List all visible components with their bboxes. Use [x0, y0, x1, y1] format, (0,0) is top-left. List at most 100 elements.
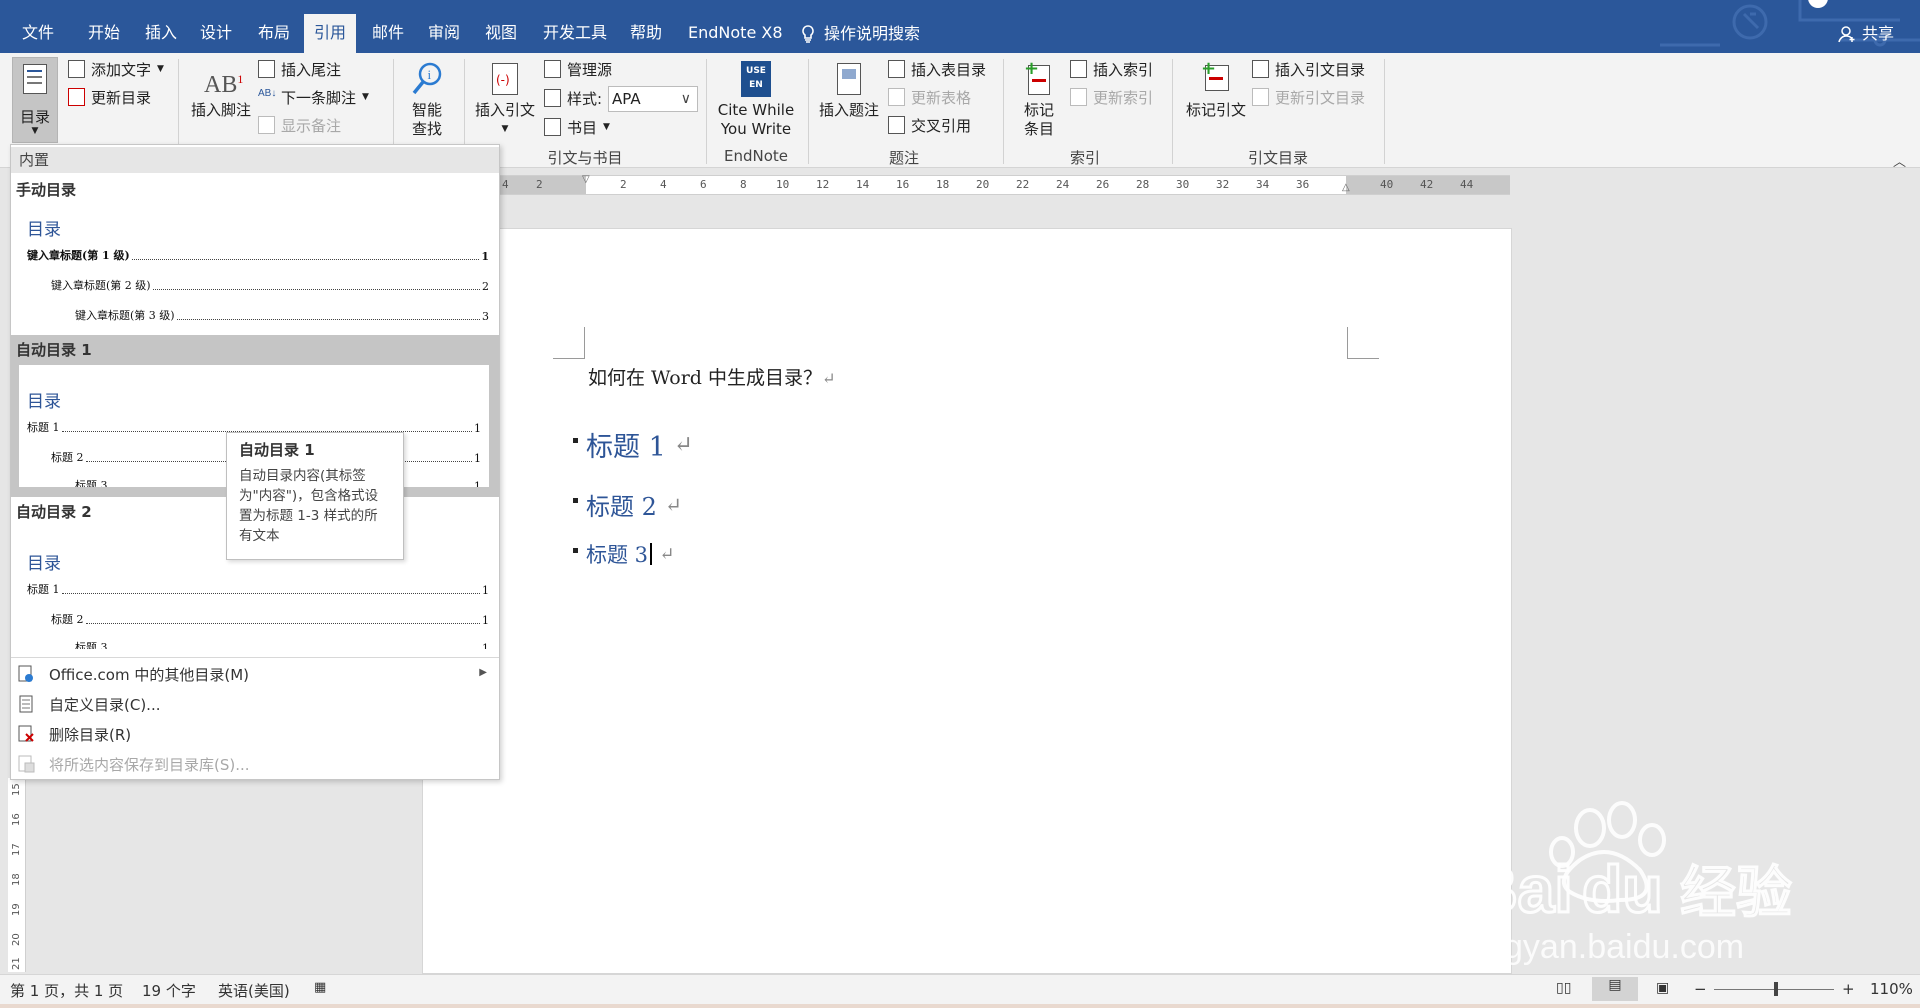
- tab-review[interactable]: 审阅: [418, 14, 470, 53]
- show-notes-label: 显示备注: [281, 116, 342, 135]
- mark-citation-button[interactable]: + 标记引文: [1180, 59, 1252, 120]
- macro-record-icon[interactable]: ▦: [314, 980, 326, 995]
- manual-toc-title: 手动目录: [16, 181, 77, 199]
- preview-heading: 目录: [27, 392, 61, 412]
- page-count-status[interactable]: 第 1 页，共 1 页: [10, 980, 123, 1001]
- indent-marker-icon[interactable]: ▽: [582, 174, 590, 185]
- mark-entry-icon: +: [1022, 59, 1056, 97]
- right-indent-marker-icon[interactable]: △: [1342, 182, 1350, 193]
- heading-2[interactable]: 标题 2 ↵: [573, 487, 682, 522]
- custom-toc-item[interactable]: 自定义目录(C)...: [11, 689, 499, 719]
- tab-help[interactable]: 帮助: [620, 14, 672, 53]
- ruler-tick: 8: [740, 178, 747, 191]
- tab-mailings[interactable]: 邮件: [362, 14, 414, 53]
- insert-table-of-figures-button[interactable]: 插入表目录: [888, 57, 986, 81]
- word-count-status[interactable]: 19 个字: [142, 980, 196, 1001]
- mark-entry-button[interactable]: + 标记 条目: [1008, 59, 1070, 139]
- insert-footnote-button[interactable]: AB1 插入脚注: [188, 61, 254, 120]
- ruler-tick: 24: [1056, 178, 1070, 191]
- heading-1[interactable]: 标题 1 ↵: [573, 425, 693, 464]
- bibliography-button[interactable]: 书目 ▼: [544, 115, 610, 139]
- tab-view[interactable]: 视图: [475, 14, 527, 53]
- tab-endnote[interactable]: EndNote X8: [678, 14, 793, 53]
- tab-home[interactable]: 开始: [78, 14, 130, 53]
- tab-insert[interactable]: 插入: [135, 14, 187, 53]
- group-label-captions: 题注: [888, 149, 919, 167]
- group-label-toa: 引文目录: [1247, 149, 1308, 167]
- document-page[interactable]: 如何在 Word 中生成目录？↵ 标题 1 ↵ 标题 2 ↵ 标题 3 ↵: [422, 228, 1512, 974]
- document-paragraph[interactable]: 如何在 Word 中生成目录？↵: [588, 363, 836, 390]
- chevron-down-icon: ∨: [680, 91, 691, 107]
- share-button[interactable]: 共享: [1838, 14, 1894, 53]
- tab-design[interactable]: 设计: [190, 14, 242, 53]
- paragraph-text: 如何在 Word 中生成目录？: [588, 367, 823, 389]
- toc-button-label: 目录: [19, 108, 50, 126]
- vertical-ruler[interactable]: 15 16 17 18 19 20 21: [8, 778, 26, 972]
- insert-toa-icon: [1252, 60, 1269, 78]
- toc-button[interactable]: 目录 ▼: [12, 57, 58, 143]
- collapse-ribbon-icon[interactable]: ︿: [1893, 151, 1906, 170]
- preview-heading: 目录: [27, 554, 61, 574]
- show-notes-icon: [258, 116, 275, 134]
- tab-layout[interactable]: 布局: [248, 14, 300, 53]
- cross-reference-button[interactable]: 交叉引用: [888, 113, 971, 137]
- smart-lookup-button[interactable]: i 智能 查找: [402, 61, 452, 139]
- update-table-button[interactable]: 更新表格: [888, 85, 971, 109]
- custom-toc-icon: [17, 695, 35, 713]
- style-select[interactable]: APA ∨: [608, 86, 698, 112]
- ruler-tick: 10: [776, 178, 790, 191]
- web-layout-icon[interactable]: ▣: [1656, 980, 1669, 996]
- zoom-in-button[interactable]: +: [1842, 980, 1855, 998]
- svg-text:i: i: [428, 67, 432, 82]
- horizontal-ruler[interactable]: 4 2 2 4 6 8 10 12 14 16 18 20 22 24 26 2…: [500, 174, 1510, 195]
- tooltip-description: 自动目录内容(其标签为"内容")，包含格式设置为标题 1-3 样式的所有文本: [239, 468, 379, 544]
- smart-lookup-label-1: 智能: [411, 101, 442, 119]
- magnifier-icon: i: [410, 61, 444, 97]
- preview-row: 标题 21: [51, 613, 489, 627]
- style-select-value: APA: [612, 90, 641, 108]
- insert-caption-button[interactable]: 插入题注: [814, 61, 884, 120]
- insert-caption-label: 插入题注: [818, 101, 879, 119]
- ruler-tick: 20: [11, 933, 22, 946]
- read-mode-icon[interactable]: ▯▯: [1556, 980, 1571, 996]
- auto-toc-1-title: 自动目录 1: [16, 341, 92, 359]
- bottom-strip: [0, 1004, 1920, 1008]
- preview-row: 标题 11: [27, 583, 489, 597]
- more-toc-office-item[interactable]: Office.com 中的其他目录(M) ▶: [11, 659, 499, 689]
- manual-toc-option[interactable]: 手动目录 目录 键入章标题(第 1 级) 1 键入章标题(第 2 级) 2 键入章标…: [11, 175, 499, 325]
- auto-toc-2-title: 自动目录 2: [16, 503, 92, 521]
- zoom-out-button[interactable]: −: [1694, 980, 1707, 998]
- margin-corner: [553, 327, 585, 359]
- tell-me-search[interactable]: 操作说明搜索: [800, 14, 920, 53]
- update-toa-label: 更新引文目录: [1275, 88, 1366, 107]
- insert-toa-button[interactable]: 插入引文目录: [1252, 57, 1365, 81]
- update-index-icon: [1070, 88, 1087, 106]
- next-footnote-button[interactable]: AB↓ 下一条脚注 ▼: [258, 85, 369, 109]
- update-toa-button[interactable]: 更新引文目录: [1252, 85, 1365, 109]
- preview-row: 标题 31: [75, 641, 489, 649]
- insert-endnote-button[interactable]: 插入尾注: [258, 57, 341, 81]
- heading-3[interactable]: 标题 3 ↵: [573, 539, 675, 569]
- manage-sources-button[interactable]: 管理源: [544, 57, 612, 81]
- cite-while-you-write-button[interactable]: USE EN Cite While You Write: [712, 61, 800, 139]
- ruler-tick: 30: [1176, 178, 1190, 191]
- print-layout-icon[interactable]: ▤: [1592, 977, 1638, 1001]
- insert-index-button[interactable]: 插入索引: [1070, 57, 1153, 81]
- insert-citation-button[interactable]: (-) 插入引文 ▼: [472, 61, 538, 139]
- remove-toc-item[interactable]: 删除目录(R): [11, 719, 499, 749]
- update-toc-button[interactable]: 更新目录: [68, 85, 151, 109]
- tab-references[interactable]: 引用: [304, 14, 357, 53]
- language-status[interactable]: 英语(美国): [218, 980, 290, 1001]
- show-notes-button[interactable]: 显示备注: [258, 113, 341, 137]
- add-text-button[interactable]: 添加文字 ▼: [68, 57, 164, 81]
- zoom-slider-thumb[interactable]: [1774, 982, 1778, 996]
- chevron-down-icon: ▼: [603, 122, 610, 132]
- save-selection-toc-item[interactable]: 将所选内容保存到目录库(S)...: [11, 749, 499, 779]
- tab-developer[interactable]: 开发工具: [533, 14, 617, 53]
- preview-heading: 目录: [27, 220, 61, 240]
- tab-file[interactable]: 文件: [12, 14, 64, 53]
- ruler-tick: 12: [816, 178, 830, 191]
- watermark-text-2: du: [1582, 852, 1663, 926]
- zoom-level[interactable]: 110%: [1870, 980, 1913, 998]
- update-index-button[interactable]: 更新索引: [1070, 85, 1153, 109]
